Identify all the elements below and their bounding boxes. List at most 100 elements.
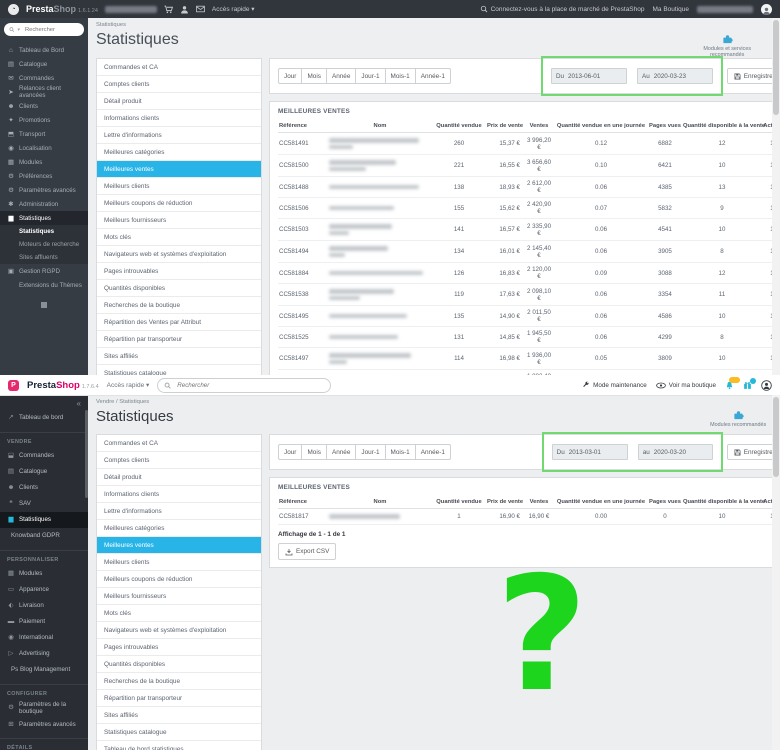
- stats-menu-item-comptes-clients[interactable]: Comptes clients: [97, 452, 261, 469]
- stats-menu-item-mots-cles[interactable]: Mots clés: [97, 605, 261, 622]
- sidebar-item-extensions-du-themes[interactable]: Extensions du Thèmes: [0, 278, 88, 292]
- column-header-quantite-disponible-a-la-vente[interactable]: Quantité disponible à la vente: [682, 496, 765, 509]
- stats-menu-item-meilleures-categories[interactable]: Meilleures catégories: [97, 520, 261, 537]
- stats-menu-item-statistiques-catalogue[interactable]: Statistiques catalogue: [97, 365, 261, 376]
- stats-menu-item-sites-affilies[interactable]: Sites affiliés: [97, 348, 261, 365]
- stats-menu-item-navigateurs-web-et-systemes-d-exploitation[interactable]: Navigateurs web et systèmes d'exploitati…: [97, 246, 261, 263]
- view-shop-button[interactable]: Voir ma boutique: [655, 382, 716, 389]
- stats-menu-item-quantites-disponibles[interactable]: Quantités disponibles: [97, 656, 261, 673]
- sidebar-subitem-statistiques[interactable]: Statistiques: [0, 225, 88, 238]
- date-from-field[interactable]: Du 2013-06-01: [550, 68, 628, 84]
- sidebar-item-catalogue[interactable]: ▤ Catalogue: [0, 57, 88, 71]
- sidebar-item-clients[interactable]: ☻ Clients: [0, 99, 88, 113]
- sidebar-item-ps-blog-management[interactable]: Ps Blog Management: [0, 662, 88, 678]
- sidebar-collapse-handle[interactable]: [41, 302, 47, 308]
- sidebar-item-administration[interactable]: ✱ Administration: [0, 197, 88, 211]
- sidebar-item-parametres-avances[interactable]: ⚙ Paramètres avancés: [0, 183, 88, 197]
- modules-recommended-button[interactable]: Modules et services recommandés: [688, 34, 766, 58]
- stats-menu-item-navigateurs-web-et-systemes-d-exploitation[interactable]: Navigateurs web et systèmes d'exploitati…: [97, 622, 261, 639]
- stats-menu-item-meilleurs-clients[interactable]: Meilleurs clients: [97, 554, 261, 571]
- stats-menu-item-pages-introuvables[interactable]: Pages introuvables: [97, 263, 261, 280]
- stats-menu-item-commandes-et-ca[interactable]: Commandes et CA: [97, 435, 261, 452]
- stats-menu-item-meilleures-categories[interactable]: Meilleures catégories: [97, 144, 261, 161]
- stats-menu-item-repartition-par-transporteur[interactable]: Répartition par transporteur: [97, 690, 261, 707]
- range-button-annee-1[interactable]: Année-1: [414, 444, 451, 460]
- column-header-quantite-disponible-a-la-vente[interactable]: Quantité disponible à la vente: [682, 120, 765, 133]
- stats-menu-item-tableau-de-bord-statistiques[interactable]: Tableau de bord statistiques: [97, 741, 261, 750]
- maintenance-mode-button[interactable]: Mode maintenance: [582, 381, 647, 389]
- stats-menu-item-informations-clients[interactable]: Informations clients: [97, 486, 261, 503]
- stats-menu-item-repartition-des-ventes-par-attribut[interactable]: Répartition des Ventes par Attribut: [97, 314, 261, 331]
- sidebar-item-parametres-avances[interactable]: ⊞ Paramètres avancés: [0, 716, 88, 732]
- column-header-nom[interactable]: Nom: [328, 496, 432, 509]
- range-button-annee-1[interactable]: Année-1: [414, 68, 451, 84]
- gift-button[interactable]: [743, 377, 756, 390]
- sidebar-collapse-button[interactable]: «: [0, 398, 88, 410]
- sidebar-item-knowband-gdpr[interactable]: Knowband GDPR: [0, 528, 88, 544]
- sidebar-item-statistiques[interactable]: ▆ Statistiques: [0, 211, 88, 225]
- date-to-value[interactable]: 2020-03-23: [654, 69, 712, 83]
- stats-menu-item-informations-clients[interactable]: Informations clients: [97, 110, 261, 127]
- stats-menu-item-meilleurs-fournisseurs[interactable]: Meilleurs fournisseurs: [97, 588, 261, 605]
- sidebar-subitem-sites-affluents[interactable]: Sites affluents: [0, 251, 88, 264]
- range-button-annee[interactable]: Année: [325, 444, 357, 460]
- sidebar-item-gestion-rgpd[interactable]: ▣ Gestion RGPD: [0, 264, 88, 278]
- sidebar-item-sav[interactable]: ❝ SAV: [0, 496, 88, 512]
- cart-icon[interactable]: [164, 5, 173, 14]
- stats-menu-item-lettre-d-informations[interactable]: Lettre d'informations: [97, 503, 261, 520]
- stats-menu-item-lettre-d-informations[interactable]: Lettre d'informations: [97, 127, 261, 144]
- range-button-mois[interactable]: Mois: [301, 68, 327, 84]
- sidebar-item-modules[interactable]: ▦ Modules: [0, 155, 88, 169]
- messages-icon[interactable]: [196, 5, 205, 14]
- stats-menu-item-comptes-clients[interactable]: Comptes clients: [97, 76, 261, 93]
- stats-menu-item-detail-produit[interactable]: Détail produit: [97, 469, 261, 486]
- quick-access-menu[interactable]: Accès rapide ▾: [107, 381, 150, 389]
- column-header-prix-de-vente[interactable]: Prix de vente: [486, 496, 524, 509]
- stats-menu-item-meilleures-ventes[interactable]: Meilleures ventes: [97, 537, 261, 554]
- notifications-button[interactable]: [725, 376, 740, 390]
- header-search[interactable]: [157, 377, 332, 393]
- column-header-ventes[interactable]: Ventes: [524, 496, 554, 509]
- sidebar-item-advertising[interactable]: ▷ Advertising: [0, 646, 88, 662]
- date-from-value[interactable]: 2013-03-01: [569, 445, 627, 459]
- stats-menu-item-detail-produit[interactable]: Détail produit: [97, 93, 261, 110]
- stats-menu-item-mots-cles[interactable]: Mots clés: [97, 229, 261, 246]
- range-button-mois-1[interactable]: Mois-1: [384, 444, 416, 460]
- modules-recommended-button[interactable]: Modules recommandés: [710, 410, 766, 428]
- shop-link[interactable]: Ma Boutique: [653, 6, 690, 13]
- search-input[interactable]: [23, 25, 79, 34]
- column-header-ventes[interactable]: Ventes: [524, 120, 554, 133]
- stats-menu-item-quantites-disponibles[interactable]: Quantités disponibles: [97, 280, 261, 297]
- column-header-quantite-vendue-en-une-journee[interactable]: Quantité vendue en une journée: [554, 120, 648, 133]
- date-to-field[interactable]: au 2020-03-20: [637, 444, 713, 460]
- range-button-jour-1[interactable]: Jour-1: [355, 444, 386, 460]
- sidebar-item-commandes[interactable]: ✉ Commandes: [0, 71, 88, 85]
- column-header-quantite-vendue[interactable]: Quantité vendue: [432, 496, 486, 509]
- column-header-pages-vues[interactable]: Pages vues: [648, 120, 682, 133]
- date-to-field[interactable]: Au 2020-03-23: [637, 68, 713, 84]
- column-header-pages-vues[interactable]: Pages vues: [648, 496, 682, 509]
- sidebar-item-catalogue[interactable]: ▤ Catalogue: [0, 464, 88, 480]
- export-csv-button[interactable]: Export CSV: [278, 543, 337, 560]
- range-button-mois[interactable]: Mois: [301, 444, 327, 460]
- range-button-jour-1[interactable]: Jour-1: [355, 68, 386, 84]
- stats-menu-item-sites-affilies[interactable]: Sites affiliés: [97, 707, 261, 724]
- stats-menu-item-repartition-par-transporteur[interactable]: Répartition par transporteur: [97, 331, 261, 348]
- sidebar-item-tableau-de-bord[interactable]: ⌂ Tableau de Bord: [0, 43, 88, 57]
- sidebar-item-international[interactable]: ◉ International: [0, 630, 88, 646]
- sidebar-item-localisation[interactable]: ◉ Localisation: [0, 141, 88, 155]
- stats-menu-item-statistiques-catalogue[interactable]: Statistiques catalogue: [97, 724, 261, 741]
- sidebar-item-promotions[interactable]: ✦ Promotions: [0, 113, 88, 127]
- stats-menu-item-commandes-et-ca[interactable]: Commandes et CA: [97, 59, 261, 76]
- search-input[interactable]: [175, 380, 300, 390]
- sidebar-item-transport[interactable]: ⬒ Transport: [0, 127, 88, 141]
- column-header-quantite-vendue[interactable]: Quantité vendue: [432, 120, 486, 133]
- stats-menu-item-recherches-de-la-boutique[interactable]: Recherches de la boutique: [97, 297, 261, 314]
- date-from-field[interactable]: Du 2013-03-01: [551, 444, 628, 460]
- breadcrumb[interactable]: Vendre / Statistiques: [96, 399, 780, 405]
- sidebar-item-paiement[interactable]: ▬ Paiement: [0, 614, 88, 630]
- sidebar-item-tableau-de-bord[interactable]: ↗ Tableau de bord: [0, 410, 88, 426]
- date-from-value[interactable]: 2013-06-01: [568, 69, 626, 83]
- stats-menu-item-recherches-de-la-boutique[interactable]: Recherches de la boutique: [97, 673, 261, 690]
- sidebar-item-parametres-de-la-boutique[interactable]: ⚙ Paramètres de la boutique: [0, 700, 88, 716]
